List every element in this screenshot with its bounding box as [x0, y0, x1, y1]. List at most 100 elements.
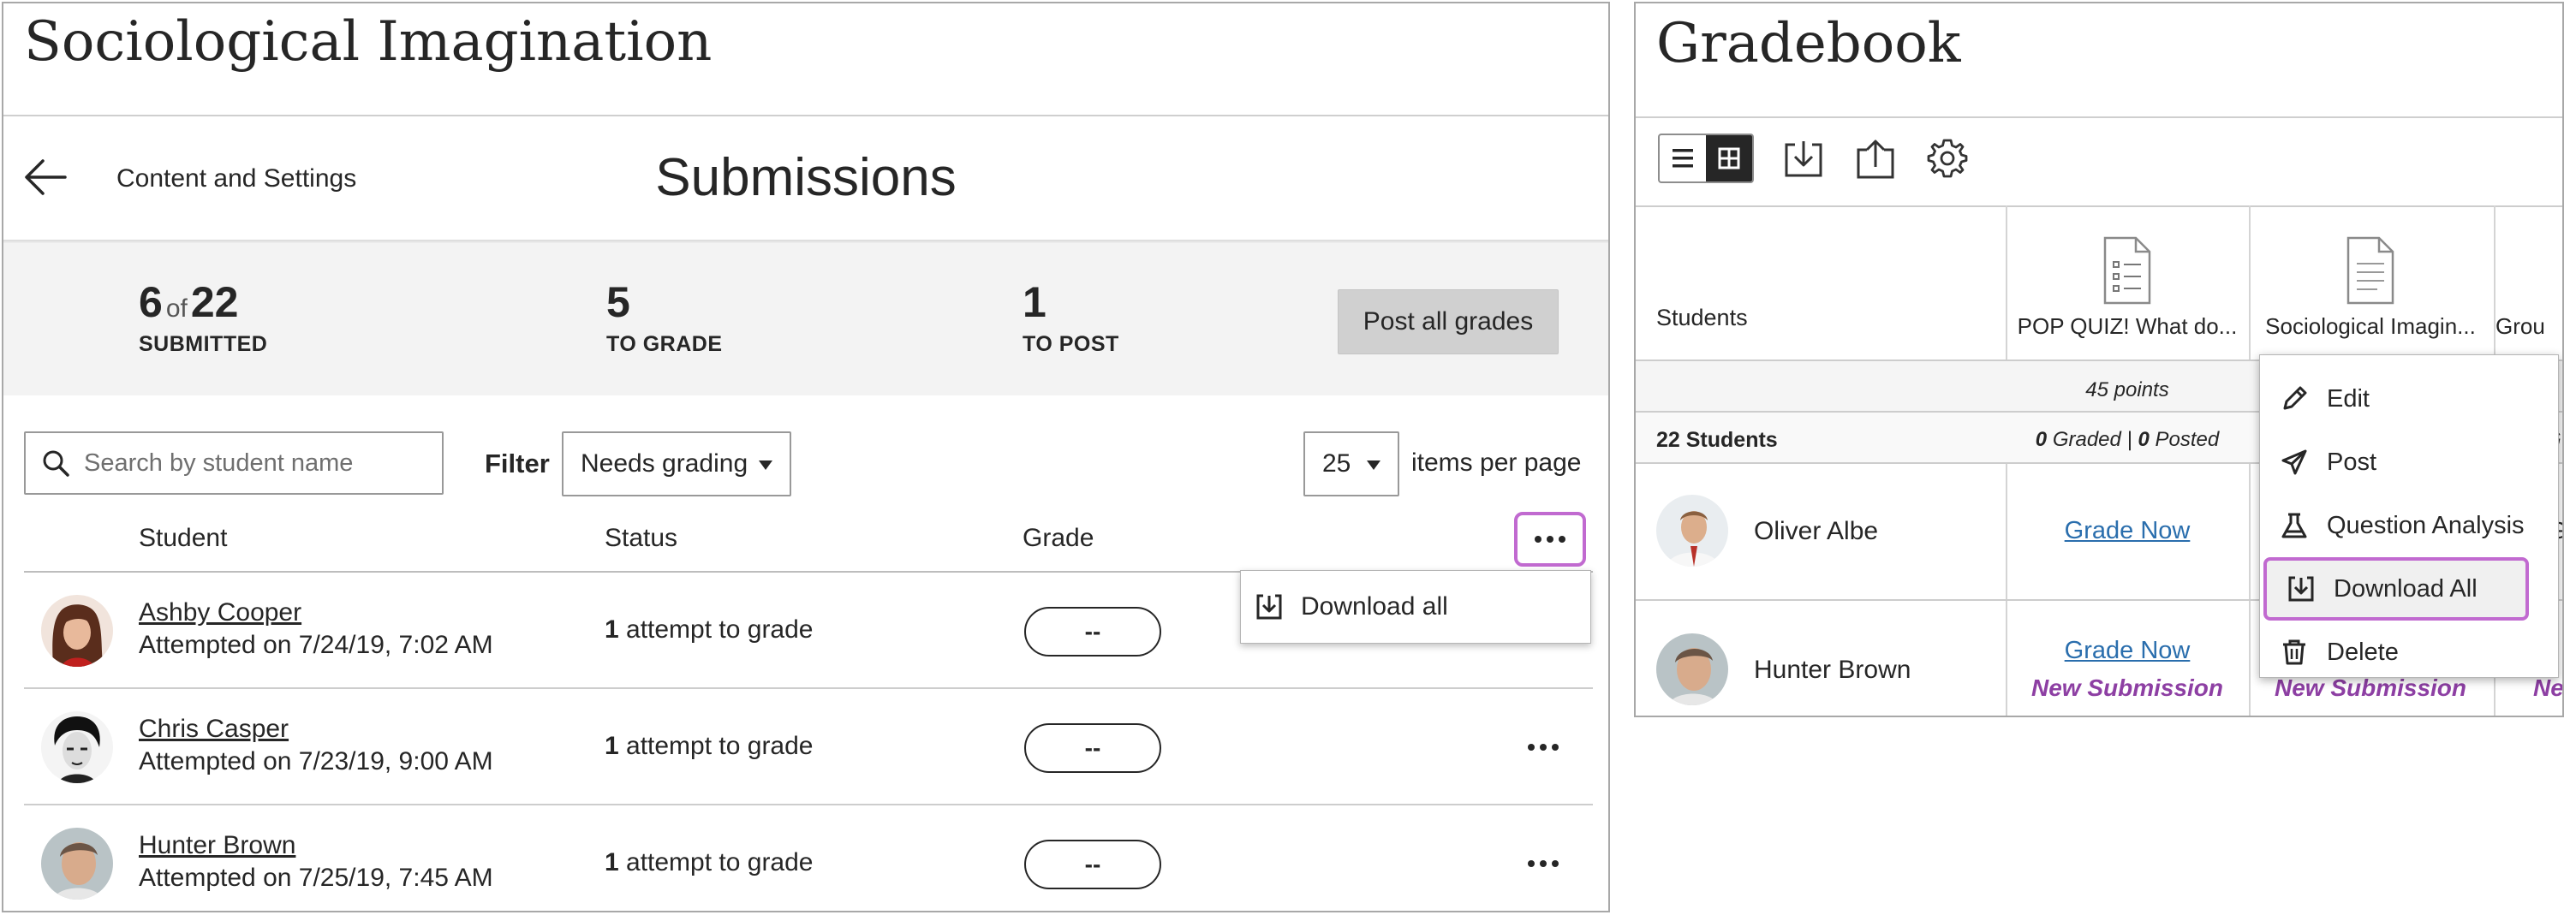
download-icon — [2284, 574, 2318, 603]
attempted-date: Attempted on 7/24/19, 7:02 AM — [139, 631, 493, 659]
search-box[interactable] — [24, 431, 444, 495]
upload-icon — [1857, 140, 1894, 179]
search-input[interactable] — [84, 449, 426, 478]
table-row: Chris Casper Attempted on 7/23/19, 9:00 … — [24, 689, 1593, 805]
pencil-icon — [2277, 384, 2311, 413]
filter-label: Filter — [485, 449, 550, 478]
caret-down-icon — [759, 460, 772, 470]
menu-item-label: Delete — [2327, 638, 2399, 666]
avatar — [1656, 495, 1728, 567]
download-all-label: Download all — [1301, 592, 1448, 621]
menu-item-label: Edit — [2327, 384, 2370, 413]
grade-now-link[interactable]: Grade Now — [2007, 517, 2247, 545]
stat-submitted: 6 of22 SUBMITTED — [139, 281, 267, 357]
divider — [1636, 205, 2562, 207]
view-toggle — [1658, 134, 1754, 183]
avatar — [41, 711, 113, 783]
grid-view-button[interactable] — [1706, 135, 1752, 181]
more-dots-icon — [1535, 536, 1565, 543]
more-dots-icon — [1528, 744, 1559, 751]
table-row: Hunter Brown Attempted on 7/25/19, 7:45 … — [24, 805, 1593, 911]
post-all-grades-button[interactable]: Post all grades — [1338, 289, 1559, 354]
menu-item-download-all[interactable]: Download All — [2263, 557, 2529, 621]
student-name-link[interactable]: Ashby Cooper — [139, 598, 301, 627]
grade-now-link[interactable]: Grade Now — [2007, 637, 2247, 665]
column-header-student: Student — [139, 524, 228, 552]
posted-label: Posted — [2149, 428, 2220, 451]
row-more-options-button[interactable] — [1519, 847, 1567, 881]
submissions-panel: Sociological Imagination Content and Set… — [2, 2, 1610, 912]
stat-to-grade: 5 TO GRADE — [606, 281, 723, 357]
attempt-count: 1 — [605, 615, 619, 644]
submitted-count: 6 — [139, 278, 163, 326]
graded-posted-summary: 0 Graded | 0 Posted — [2009, 428, 2245, 452]
student-name[interactable]: Hunter Brown — [1754, 656, 1911, 685]
grade-input-pill[interactable]: -- — [1024, 723, 1161, 773]
column-title: POP QUIZ! What do... — [2017, 313, 2238, 339]
avatar — [41, 595, 113, 667]
menu-item-delete[interactable]: Delete — [2260, 621, 2558, 684]
document-icon — [2102, 236, 2153, 305]
more-dots-icon — [1528, 860, 1559, 867]
upload-button[interactable] — [1852, 135, 1899, 183]
column-header-grade: Grade — [1023, 524, 1094, 552]
gradebook-column-header[interactable]: Grou — [2496, 313, 2562, 340]
attempted-date: Attempted on 7/25/19, 7:45 AM — [139, 864, 493, 892]
menu-item-edit[interactable]: Edit — [2260, 367, 2558, 431]
student-name[interactable]: Oliver Albe — [1754, 517, 1878, 546]
send-icon — [2277, 448, 2311, 477]
attempt-count: 1 — [605, 848, 619, 876]
of-text: of — [165, 294, 188, 323]
to-post-label: TO POST — [1023, 332, 1119, 356]
gradebook-panel: Gradebook Students POP QUIZ! What do... … — [1634, 2, 2564, 717]
filter-select[interactable]: Needs grading — [562, 431, 791, 496]
student-count-label: Students — [1679, 428, 1778, 452]
search-icon — [41, 449, 70, 478]
page-title: Submissions — [655, 148, 957, 207]
menu-item-label: Post — [2327, 448, 2377, 476]
settings-button[interactable] — [1923, 135, 1971, 183]
download-icon — [1255, 592, 1284, 621]
course-title: Sociological Imagination — [24, 10, 713, 74]
document-icon — [2345, 236, 2396, 305]
menu-item-label: Question Analysis — [2327, 511, 2525, 539]
divider — [1636, 116, 2562, 118]
header-more-options-button[interactable] — [1514, 512, 1586, 567]
student-count-number: 22 — [1656, 428, 1680, 452]
graded-label: Graded | — [2047, 428, 2138, 451]
per-page-value: 25 — [1322, 449, 1351, 478]
student-name-link[interactable]: Hunter Brown — [139, 831, 295, 860]
items-per-page-select[interactable]: 25 — [1303, 431, 1399, 496]
posted-count: 0 — [2138, 428, 2150, 451]
gradebook-column-header[interactable]: Sociological Imagin... — [2251, 236, 2490, 340]
status-text: 1 attempt to grade — [605, 732, 814, 761]
row-more-options-button[interactable] — [1519, 730, 1567, 764]
filter-value: Needs grading — [581, 449, 748, 478]
download-button[interactable] — [1780, 135, 1828, 183]
grade-input-pill[interactable]: -- — [1024, 840, 1161, 889]
status-label: attempt to grade — [618, 848, 814, 876]
list-view-button[interactable] — [1660, 135, 1706, 181]
menu-item-post[interactable]: Post — [2260, 431, 2558, 494]
to-grade-label: TO GRADE — [606, 332, 723, 356]
grade-input-pill[interactable]: -- — [1024, 607, 1161, 657]
attempted-date: Attempted on 7/23/19, 9:00 AM — [139, 747, 493, 775]
divider — [3, 115, 1608, 116]
gradebook-column-header[interactable]: POP QUIZ! What do... — [2007, 236, 2247, 340]
items-per-page-label: items per page — [1411, 449, 1582, 477]
download-all-menu-item[interactable]: Download all — [1240, 570, 1591, 644]
flask-icon — [2277, 511, 2311, 540]
status-text: 1 attempt to grade — [605, 848, 814, 877]
caret-down-icon — [1367, 460, 1380, 470]
column-title: Sociological Imagin... — [2265, 313, 2476, 339]
total-count: 22 — [190, 278, 239, 326]
to-post-count: 1 — [1023, 278, 1046, 326]
students-column-header: Students — [1656, 305, 1748, 330]
status-label: attempt to grade — [618, 615, 814, 644]
gear-icon — [1927, 139, 1968, 178]
to-grade-count: 5 — [606, 278, 630, 326]
student-count: 22 Students — [1656, 428, 1778, 453]
menu-item-question-analysis[interactable]: Question Analysis — [2260, 494, 2558, 557]
gradebook-title: Gradebook — [1656, 12, 1961, 75]
student-name-link[interactable]: Chris Casper — [139, 715, 289, 744]
